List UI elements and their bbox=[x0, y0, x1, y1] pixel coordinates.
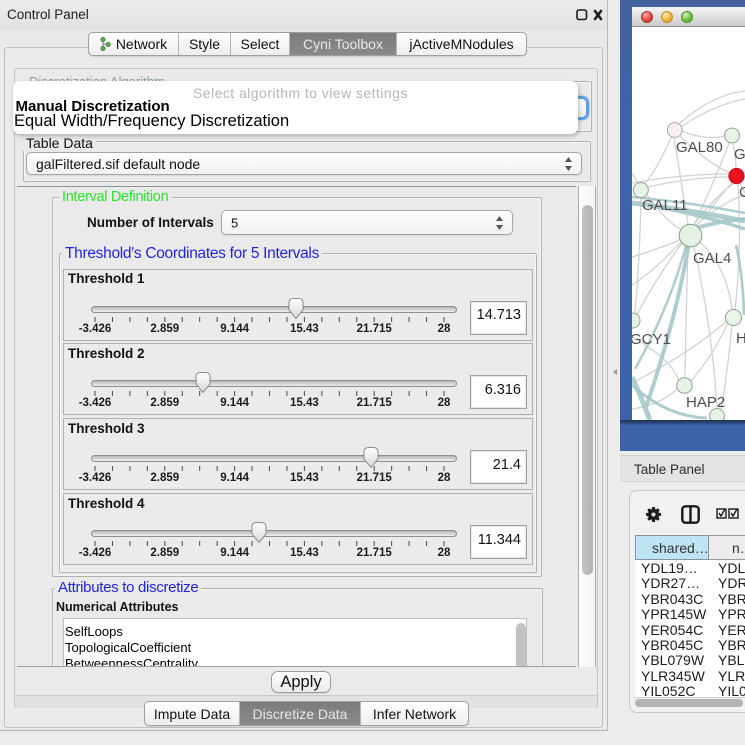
svg-text:GAL: GAL bbox=[734, 146, 745, 163]
svg-text:CB: CB bbox=[739, 184, 745, 201]
svg-text:GCY1: GCY1 bbox=[632, 331, 671, 348]
svg-text:GAL80: GAL80 bbox=[676, 139, 723, 156]
svg-text:GAL4: GAL4 bbox=[693, 250, 731, 267]
svg-text:GAL11: GAL11 bbox=[642, 197, 688, 214]
svg-text:H: H bbox=[736, 330, 745, 347]
svg-text:HAP2: HAP2 bbox=[686, 394, 725, 411]
